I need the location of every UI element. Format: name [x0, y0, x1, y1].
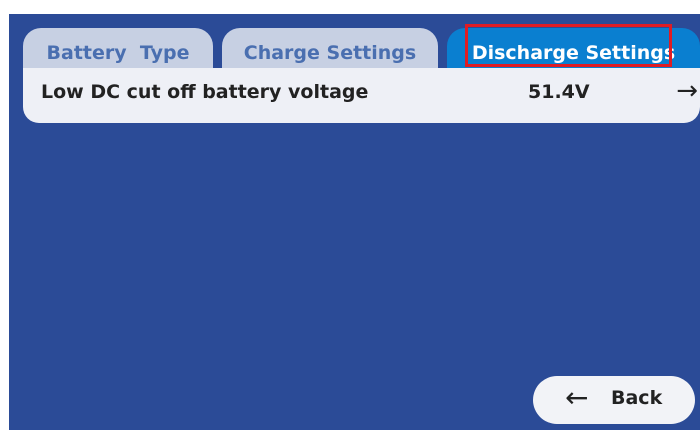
settings-screen: Battery Type Charge Settings Discharge S…: [9, 14, 700, 430]
setting-label: Low DC cut off battery voltage: [41, 81, 369, 103]
back-button-label: Back: [611, 387, 663, 409]
tab-charge-settings-label: Charge Settings: [243, 42, 417, 64]
back-button[interactable]: ← Back: [533, 376, 695, 424]
setting-value: 51.4V: [528, 81, 590, 103]
tab-battery-type-label: Battery Type: [46, 42, 190, 64]
tab-discharge-settings-label: Discharge Settings: [471, 42, 676, 64]
arrow-right-icon: →: [676, 76, 698, 106]
low-dc-cutoff-setting-row[interactable]: Low DC cut off battery voltage 51.4V →: [23, 68, 700, 123]
arrow-left-icon: ←: [565, 381, 589, 414]
